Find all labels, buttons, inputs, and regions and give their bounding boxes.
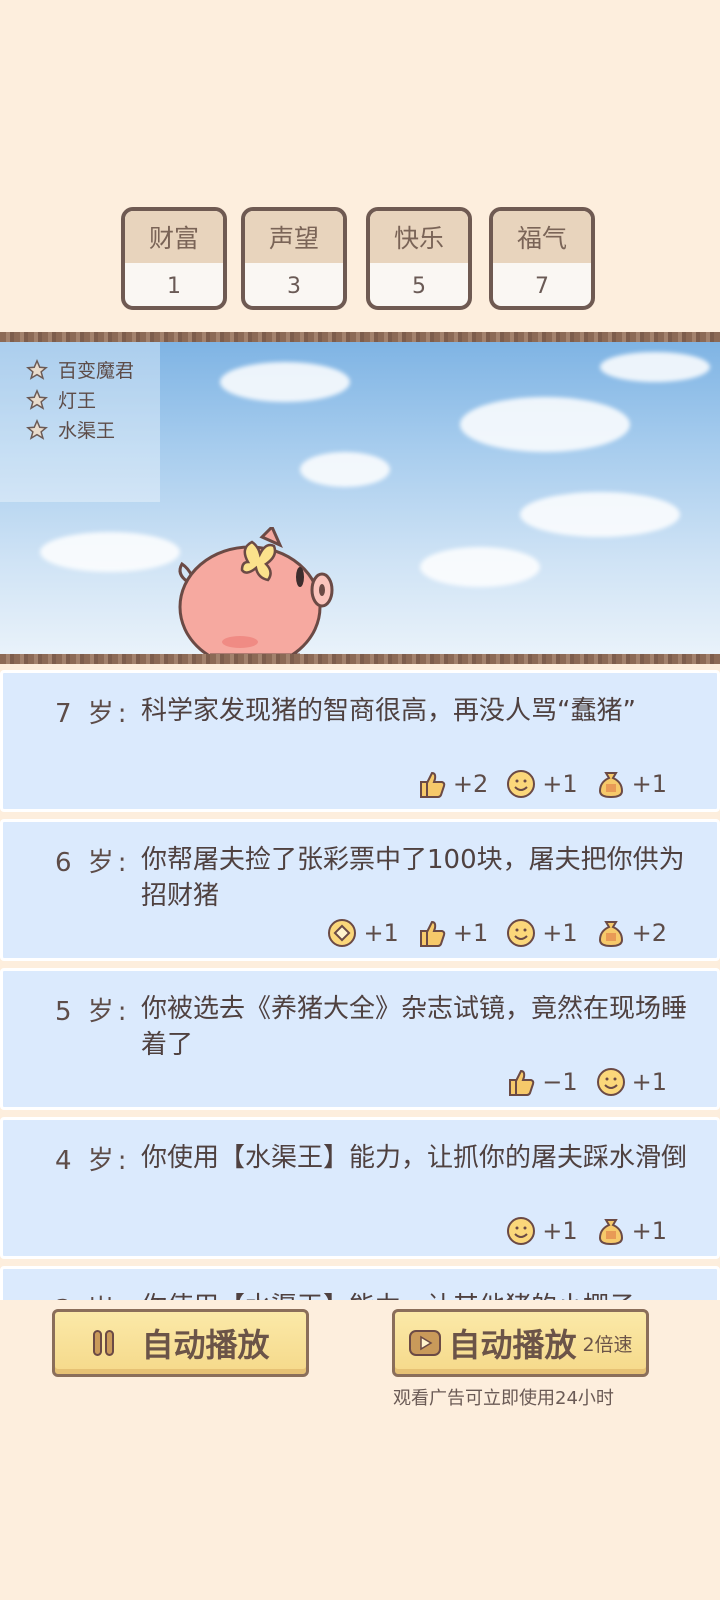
auto-play-label: 自动播放: [141, 1326, 270, 1364]
cloud: [220, 362, 350, 402]
event-text: 你使用【水渠王】能力，让其他猪的小棚子: [141, 1289, 701, 1300]
title-item: 灯王: [26, 386, 96, 413]
stat-happiness: 快乐 5: [366, 207, 472, 310]
event-item: 6 岁: 你帮屠夫捡了张彩票中了100块，屠夫把你供为招财猪 +1 +1 +1 …: [0, 819, 720, 961]
event-text: 科学家发现猪的智商很高，再没人骂“蠢猪”: [141, 696, 636, 726]
stat-wealth: 财富 1: [121, 207, 227, 310]
coin-icon: [328, 919, 357, 947]
stat-value: 1: [167, 274, 181, 299]
event-age: 3 岁:: [55, 1289, 131, 1300]
cloud: [420, 547, 540, 587]
star-badge-icon: [26, 358, 48, 380]
effect-item: +2: [596, 918, 667, 948]
event-age: 4 岁:: [55, 1146, 131, 1176]
stat-value: 3: [287, 274, 301, 299]
title-item: 水渠王: [26, 416, 115, 443]
stats-panel: 财富 1 声望 3 快乐 5 福气 7: [121, 207, 599, 314]
event-text: 你使用【水渠王】能力，让抓你的屠夫踩水滑倒: [141, 1143, 688, 1173]
smile-icon: [596, 1068, 625, 1096]
effect-item: +1: [506, 769, 578, 799]
effect-value: +1: [542, 919, 578, 947]
cloud: [40, 532, 180, 572]
event-text: 你被选去《养猪大全》杂志试镜，竟然在现场睡着了: [141, 994, 688, 1060]
effect-value: +1: [631, 1217, 667, 1245]
smile-icon: [507, 770, 536, 798]
effect-item: +2: [417, 769, 488, 799]
event-item: 5 岁: 你被选去《养猪大全》杂志试镜，竟然在现场睡着了 −1 +1: [0, 968, 720, 1110]
effect-value: +1: [542, 770, 578, 798]
effect-value: +1: [452, 919, 489, 947]
effect-value: +1: [363, 919, 399, 947]
event-item: 4 岁: 你使用【水渠王】能力，让抓你的屠夫踩水滑倒 +1 +1: [0, 1117, 720, 1259]
stat-fame: 声望 3: [241, 207, 347, 310]
stat-label: 福气: [493, 211, 591, 263]
effect-item: +1: [596, 1067, 667, 1097]
pause-icon: [93, 1330, 115, 1356]
event-log[interactable]: 7 岁: 科学家发现猪的智商很高，再没人骂“蠢猪” +2 +1 +1 6 岁: …: [0, 670, 720, 1300]
speed-tag: 2倍速: [582, 1333, 633, 1356]
star-badge-icon: [26, 418, 48, 440]
scene-top-border: [0, 332, 720, 342]
effect-value: +1: [631, 1068, 667, 1096]
auto-play-2x-label: 自动播放: [448, 1326, 577, 1364]
stat-label: 财富: [125, 211, 223, 263]
effect-item: +1: [506, 918, 578, 948]
title-label: 水渠王: [58, 420, 116, 442]
pig-character: [178, 527, 334, 654]
ad-hint-text: 观看广告可立即使用24小时: [393, 1388, 614, 1409]
stat-value: 7: [535, 274, 549, 299]
thumb-up-icon: [419, 771, 446, 798]
smile-icon: [507, 919, 536, 947]
event-age: 5 岁:: [55, 997, 131, 1027]
effect-value: +1: [542, 1217, 578, 1245]
thumb-up-icon: [509, 1069, 535, 1096]
money-bag-icon: [598, 772, 623, 799]
titles-panel: 百变魔君 灯王 水渠王: [0, 342, 160, 502]
event-effects: +1 +1: [506, 1216, 667, 1246]
control-bar: 自动播放 自动播放 2倍速 观看广告可立即使用24小时: [0, 1300, 720, 1600]
event-text: 你帮屠夫捡了张彩票中了100块，屠夫把你供为招财猪: [141, 845, 685, 911]
event-effects: +2 +1 +1: [417, 769, 667, 799]
stat-value: 5: [412, 274, 426, 299]
event-age: 6 岁:: [55, 848, 131, 878]
stat-label: 声望: [245, 211, 343, 263]
effect-item: −1: [506, 1067, 578, 1097]
pig-scene: 百变魔君 灯王 水渠王: [0, 342, 720, 654]
video-ad-icon: [409, 1330, 442, 1356]
effect-item: +1: [596, 1216, 667, 1246]
cloud: [520, 492, 680, 537]
event-item: 3 岁: 你使用【水渠王】能力，让其他猪的小棚子: [0, 1266, 720, 1300]
cloud: [460, 397, 630, 452]
event-effects: −1 +1: [506, 1067, 667, 1097]
effect-item: +1: [596, 769, 667, 799]
stat-luck: 福气 7: [489, 207, 595, 310]
money-bag-icon: [598, 1219, 623, 1246]
stat-label: 快乐: [370, 211, 468, 263]
event-effects: +1 +1 +1 +2: [327, 918, 667, 948]
effect-item: +1: [417, 918, 488, 948]
title-label: 百变魔君: [58, 360, 135, 382]
effect-item: +1: [327, 918, 399, 948]
event-item: 7 岁: 科学家发现猪的智商很高，再没人骂“蠢猪” +2 +1 +1: [0, 670, 720, 812]
thumb-up-icon: [419, 920, 446, 947]
cloud: [300, 452, 390, 487]
effect-value: +2: [631, 919, 667, 947]
effect-value: −1: [542, 1068, 578, 1096]
effect-value: +1: [631, 770, 667, 798]
effect-value: +2: [452, 770, 489, 798]
scene-bottom-border: [0, 654, 720, 664]
event-age: 7 岁:: [55, 699, 131, 729]
auto-play-button[interactable]: 自动播放: [52, 1309, 309, 1377]
cloud: [600, 352, 710, 382]
smile-icon: [507, 1217, 536, 1245]
title-label: 灯王: [58, 390, 97, 412]
auto-play-2x-button[interactable]: 自动播放 2倍速: [392, 1309, 649, 1377]
title-item: 百变魔君: [26, 356, 134, 383]
star-badge-icon: [26, 388, 48, 410]
effect-item: +1: [506, 1216, 578, 1246]
money-bag-icon: [598, 921, 623, 948]
